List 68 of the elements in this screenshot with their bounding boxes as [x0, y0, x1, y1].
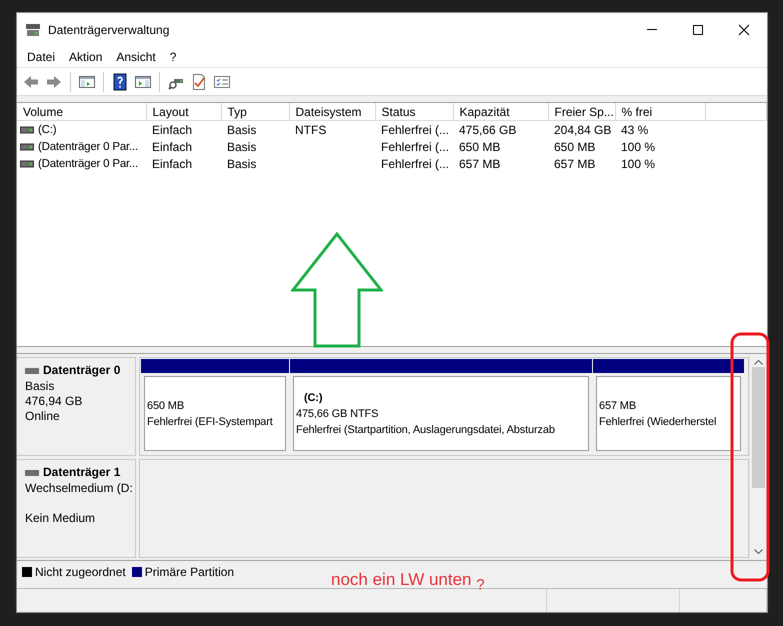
table-cell: NTFS [295, 122, 326, 136]
table-cell: 657 MB [459, 156, 500, 170]
table-cell: 100 % [621, 156, 656, 170]
column-header[interactable]: Dateisystem [289, 103, 375, 120]
minimize-icon [646, 29, 658, 30]
table-cell: Einfach [152, 156, 192, 170]
table-cell: Fehlerfrei (... [381, 156, 450, 170]
menu-item[interactable]: ? [162, 48, 184, 66]
partition-size: 650 MB [147, 398, 186, 414]
legend-label: Primäre Partition [144, 565, 234, 579]
disk-info: 476,94 GB [25, 394, 84, 409]
disk-info: Basis [25, 379, 56, 394]
table-cell: (Datenträger 0 Par... [38, 158, 138, 170]
column-header[interactable]: Volume [17, 103, 146, 120]
close-icon [738, 24, 750, 36]
menu-item[interactable]: Datei [20, 48, 62, 66]
drive-icon [25, 368, 39, 374]
table-cell: Basis [227, 122, 256, 136]
table-cell: Fehlerfrei (... [381, 122, 450, 136]
disk-name: Datenträger 0 [43, 363, 120, 378]
column-header[interactable]: % frei [615, 103, 705, 120]
table-cell: (Datenträger 0 Par... [38, 140, 138, 152]
table-cell: Basis [227, 140, 256, 154]
table-cell: Fehlerfrei (... [381, 140, 450, 154]
table-cell: (C:) [38, 124, 56, 136]
table-cell: 657 MB [554, 156, 596, 170]
table-cell: Einfach [152, 140, 192, 154]
drive-icon [25, 470, 39, 476]
window-title: Datenträgerverwaltung [48, 22, 170, 36]
partition-box[interactable]: (C:) 475,66 GB NTFS Fehlerfrei (Startpartition, Auslagerungsdatei, Absturzab [293, 376, 589, 451]
column-header[interactable]: Status [375, 103, 453, 120]
disk-info: Kein Medium [25, 511, 96, 526]
column-header[interactable]: Layout [146, 103, 221, 120]
column-header[interactable]: Kapazität [453, 103, 548, 120]
drive-icon [20, 142, 34, 150]
drive-icon [20, 126, 34, 134]
menu-item[interactable]: Ansicht [109, 48, 163, 66]
partition-status: Fehlerfrei (Wiederherstel [599, 414, 718, 430]
disk-name: Datenträger 1 [43, 465, 120, 480]
annotation-note: noch ein LW unten $_{?}$ [331, 570, 485, 594]
table-cell: 43 % [621, 122, 648, 136]
table-cell: Basis [227, 156, 256, 170]
partition-box[interactable]: 650 MB Fehlerfrei (EFI-Systempart [144, 376, 286, 451]
console-icon [25, 22, 41, 38]
partition-box[interactable]: 657 MB Fehlerfrei (Wiederherstel [596, 376, 741, 451]
scroll-up-icon [754, 360, 763, 365]
partition-status: Fehlerfrei (Startpartition, Auslagerungsdatei, Absturzab [296, 422, 556, 438]
maximize-icon [692, 24, 704, 36]
scrollbar[interactable] [749, 354, 767, 560]
table-cell: 475,66 GB [459, 122, 516, 136]
table-cell: 650 MB [554, 140, 596, 154]
scroll-thumb[interactable] [752, 367, 765, 488]
drive-icon [20, 160, 34, 168]
partition-size: 475,66 GB NTFS [296, 406, 380, 422]
disk-info: Online [25, 409, 61, 424]
table-cell: 650 MB [459, 140, 500, 154]
scroll-down-icon [754, 549, 763, 554]
table-cell: Einfach [152, 122, 192, 136]
partition-size: 657 MB [599, 398, 638, 414]
partition-status: Fehlerfrei (EFI-Systempart [147, 414, 274, 430]
column-header[interactable]: Freier Sp... [548, 103, 615, 120]
partition-title: (C:) [303, 390, 324, 406]
menu-item[interactable]: Aktion [62, 48, 110, 66]
disk-info: Wechselmedium (D: [25, 481, 134, 496]
legend-label: Nicht zugeordnet [35, 565, 126, 579]
column-header[interactable]: Typ [221, 103, 289, 120]
table-cell: 100 % [621, 140, 656, 154]
table-cell: 204,84 GB [554, 122, 612, 136]
